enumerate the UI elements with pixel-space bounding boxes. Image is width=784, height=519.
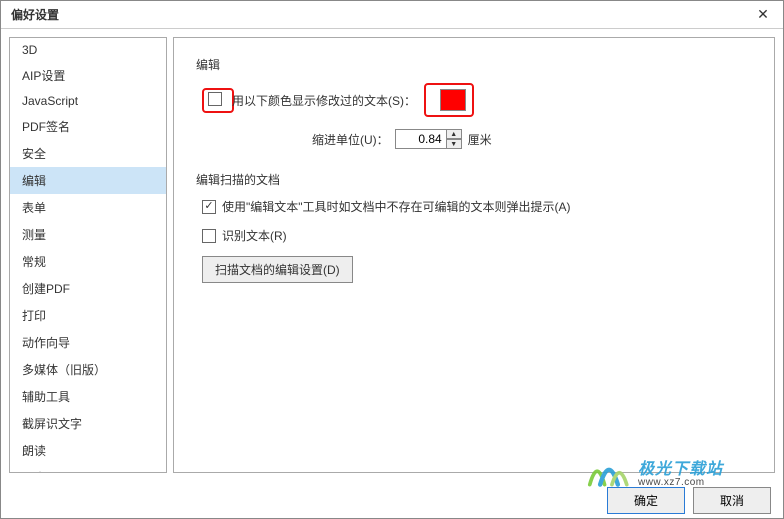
sidebar-item-14[interactable]: 截屏识文字 (10, 410, 166, 437)
sidebar-item-2[interactable]: JavaScript (10, 89, 166, 113)
sidebar-item-3[interactable]: PDF签名 (10, 113, 166, 140)
cancel-button[interactable]: 取消 (693, 487, 771, 514)
highlight-swatch (424, 83, 474, 117)
sidebar-item-8[interactable]: 常规 (10, 248, 166, 275)
close-icon: ✕ (757, 6, 769, 23)
category-sidebar[interactable]: 3DAIP设置JavaScriptPDF签名安全编辑表单测量常规创建PDF打印动… (9, 37, 167, 473)
sidebar-item-10[interactable]: 打印 (10, 302, 166, 329)
group-edit-title: 编辑 (196, 56, 752, 73)
main-panel: 编辑 用以下颜色显示修改过的文本(S)： 缩进单位(U)： (173, 37, 775, 473)
color-row: 用以下颜色显示修改过的文本(S)： (202, 83, 746, 117)
spin-down-button[interactable]: ▼ (446, 139, 462, 149)
popup-label: 使用"编辑文本"工具时如文档中不存在可编辑的文本则弹出提示(A) (222, 198, 571, 215)
ocr-row: 识别文本(R) (202, 227, 746, 244)
indent-unit: 厘米 (468, 131, 492, 148)
close-button[interactable]: ✕ (743, 1, 783, 29)
indent-row: 缩进单位(U)： ▲ ▼ 厘米 (202, 129, 746, 149)
preferences-dialog: 偏好设置 ✕ 3DAIP设置JavaScriptPDF签名安全编辑表单测量常规创… (0, 0, 784, 519)
group-edit: 用以下颜色显示修改过的文本(S)： 缩进单位(U)： ▲ ▼ 厘米 (196, 83, 752, 153)
sidebar-item-13[interactable]: 辅助工具 (10, 383, 166, 410)
sidebar-item-16[interactable]: 历史记录 (10, 464, 166, 473)
titlebar: 偏好设置 ✕ (1, 1, 783, 29)
window-title: 偏好设置 (11, 6, 59, 23)
sidebar-item-9[interactable]: 创建PDF (10, 275, 166, 302)
indent-label: 缩进单位(U)： (312, 131, 389, 148)
color-swatch[interactable] (440, 89, 466, 111)
ocr-label: 识别文本(R) (222, 227, 287, 244)
scan-settings-button[interactable]: 扫描文档的编辑设置(D) (202, 256, 353, 283)
ocr-checkbox[interactable] (202, 229, 216, 243)
sidebar-item-4[interactable]: 安全 (10, 140, 166, 167)
group-scan-title: 编辑扫描的文档 (196, 171, 752, 188)
scan-btn-row: 扫描文档的编辑设置(D) (202, 256, 746, 283)
footer: 确定 取消 (1, 481, 783, 519)
sidebar-item-12[interactable]: 多媒体（旧版） (10, 356, 166, 383)
highlight-checkbox (202, 88, 234, 113)
dialog-body: 3DAIP设置JavaScriptPDF签名安全编辑表单测量常规创建PDF打印动… (1, 29, 783, 481)
sidebar-item-0[interactable]: 3D (10, 38, 166, 62)
indent-input[interactable] (395, 129, 447, 149)
sidebar-item-5[interactable]: 编辑 (10, 167, 166, 194)
ok-button[interactable]: 确定 (607, 487, 685, 514)
sidebar-item-1[interactable]: AIP设置 (10, 62, 166, 89)
sidebar-item-6[interactable]: 表单 (10, 194, 166, 221)
color-checkbox[interactable] (208, 92, 222, 106)
popup-checkbox[interactable]: ✓ (202, 200, 216, 214)
indent-spinner: ▲ ▼ (395, 129, 462, 149)
sidebar-item-15[interactable]: 朗读 (10, 437, 166, 464)
sidebar-item-11[interactable]: 动作向导 (10, 329, 166, 356)
popup-row: ✓ 使用"编辑文本"工具时如文档中不存在可编辑的文本则弹出提示(A) (202, 198, 746, 215)
sidebar-item-7[interactable]: 测量 (10, 221, 166, 248)
color-checkbox-label: 用以下颜色显示修改过的文本(S)： (232, 92, 416, 109)
group-scan: ✓ 使用"编辑文本"工具时如文档中不存在可编辑的文本则弹出提示(A) 识别文本(… (196, 198, 752, 299)
spin-buttons: ▲ ▼ (447, 129, 462, 149)
spin-up-button[interactable]: ▲ (446, 129, 462, 139)
